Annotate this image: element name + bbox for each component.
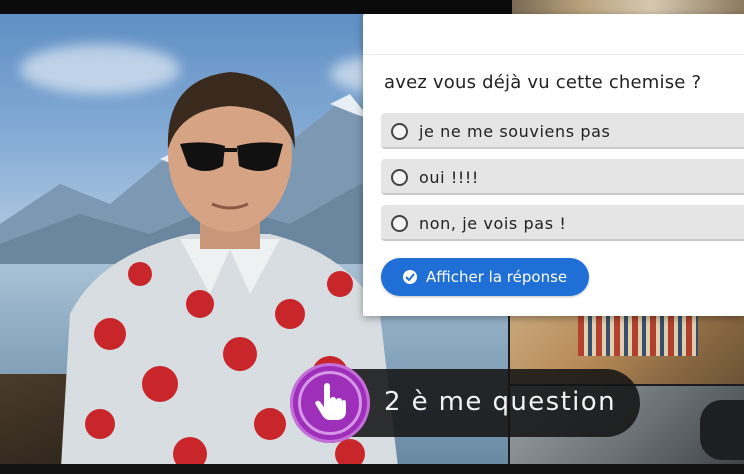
quiz-panel: avez vous déjà vu cette chemise ? je ne … bbox=[363, 14, 744, 316]
wall-rug bbox=[578, 316, 698, 356]
answer-option-label: je ne me souviens pas bbox=[419, 122, 611, 141]
answer-option[interactable]: je ne me souviens pas bbox=[381, 113, 744, 149]
radio-button[interactable] bbox=[391, 215, 408, 232]
quiz-header bbox=[363, 14, 744, 55]
radio-button[interactable] bbox=[391, 169, 408, 186]
show-answer-label: Afficher la réponse bbox=[426, 268, 568, 286]
question-pill-label: 2 è me question bbox=[384, 387, 616, 417]
participant-tile-top bbox=[512, 0, 744, 14]
quiz-question: avez vous déjà vu cette chemise ? bbox=[384, 72, 702, 93]
answer-option[interactable]: non, je vois pas ! bbox=[381, 205, 744, 241]
check-circle-icon bbox=[403, 270, 417, 284]
headphones bbox=[700, 400, 744, 460]
answer-option-label: oui !!!! bbox=[419, 168, 479, 187]
bottom-bar bbox=[0, 464, 744, 474]
show-answer-button[interactable]: Afficher la réponse bbox=[381, 258, 589, 296]
radio-button[interactable] bbox=[391, 123, 408, 140]
interaction-button[interactable] bbox=[290, 363, 370, 443]
hand-pointer-icon bbox=[315, 383, 346, 420]
answer-option-label: non, je vois pas ! bbox=[419, 214, 567, 233]
answer-option[interactable]: oui !!!! bbox=[381, 159, 744, 195]
